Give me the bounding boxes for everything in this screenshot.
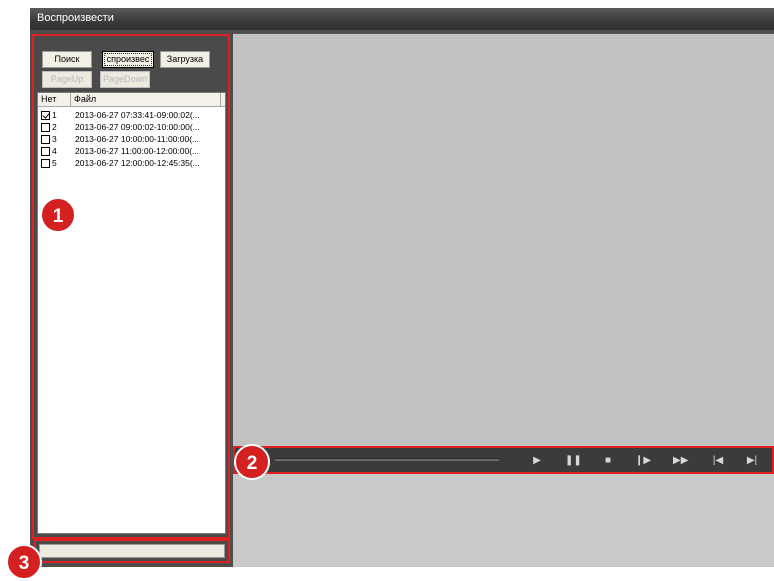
column-header-number[interactable]: Нет xyxy=(38,93,71,107)
window-titlebar: Воспроизвести xyxy=(30,8,774,30)
row-number: 1 xyxy=(52,110,57,120)
row-checkbox[interactable] xyxy=(41,123,50,132)
row-number: 5 xyxy=(52,158,57,168)
download-button[interactable]: Загрузка xyxy=(160,51,210,68)
row-number: 2 xyxy=(52,122,57,132)
status-field xyxy=(39,544,225,558)
progress-slider[interactable] xyxy=(275,458,499,461)
video-display[interactable] xyxy=(233,33,774,446)
pagedown-button[interactable]: PageDown xyxy=(100,71,150,88)
row-checkbox[interactable] xyxy=(41,147,50,156)
row-checkbox[interactable] xyxy=(41,135,50,144)
search-button[interactable]: Поиск xyxy=(42,51,92,68)
file-list[interactable]: Нет Файл 1 2013-06-27 07:33:41-09:00:02(.… xyxy=(37,92,226,534)
table-row[interactable]: 4 2013-06-27 11:00:00-12:00:00(... xyxy=(38,146,225,157)
playback-control-bar: ▶ ❚❚ ■ ❙▶ ▶▶ |◀ ▶| xyxy=(233,446,774,474)
table-row[interactable]: 1 2013-06-27 07:33:41-09:00:02(... xyxy=(38,110,225,121)
lower-panel xyxy=(233,474,774,567)
row-number: 3 xyxy=(52,134,57,144)
row-checkbox[interactable] xyxy=(41,111,50,120)
annotation-badge-2: 2 xyxy=(234,444,270,480)
row-filename: 2013-06-27 09:00:02-10:00:00(... xyxy=(75,122,200,132)
table-row[interactable]: 5 2013-06-27 12:00:00-12:45:35(... xyxy=(38,158,225,169)
annotation-badge-1: 1 xyxy=(40,197,76,233)
step-frame-icon[interactable]: ❙▶ xyxy=(635,455,651,467)
table-row[interactable]: 2 2013-06-27 09:00:02-10:00:00(... xyxy=(38,122,225,133)
pause-icon[interactable]: ❚❚ xyxy=(565,455,582,467)
previous-file-icon[interactable]: |◀ xyxy=(711,455,725,467)
status-bar xyxy=(34,539,230,563)
fast-forward-icon[interactable]: ▶▶ xyxy=(673,455,688,467)
list-header: Нет Файл xyxy=(38,93,225,107)
window-title: Воспроизвести xyxy=(37,12,114,24)
column-header-file[interactable]: Файл xyxy=(71,93,221,107)
row-filename: 2013-06-27 07:33:41-09:00:02(... xyxy=(75,110,200,120)
row-filename: 2013-06-27 12:00:00-12:45:35(... xyxy=(75,158,200,168)
stop-icon[interactable]: ■ xyxy=(601,455,615,467)
row-checkbox[interactable] xyxy=(41,159,50,168)
pageup-button[interactable]: PageUp xyxy=(42,71,92,88)
row-filename: 2013-06-27 11:00:00-12:00:00(... xyxy=(75,146,200,156)
row-filename: 2013-06-27 10:00:00-11:00:00(... xyxy=(75,134,200,144)
next-file-icon[interactable]: ▶| xyxy=(745,455,759,467)
playback-button[interactable]: спроизвес xyxy=(102,51,154,68)
annotation-badge-3: 3 xyxy=(6,544,42,580)
row-number: 4 xyxy=(52,146,57,156)
play-icon[interactable]: ▶ xyxy=(530,455,544,467)
table-row[interactable]: 3 2013-06-27 10:00:00-11:00:00(... xyxy=(38,134,225,145)
